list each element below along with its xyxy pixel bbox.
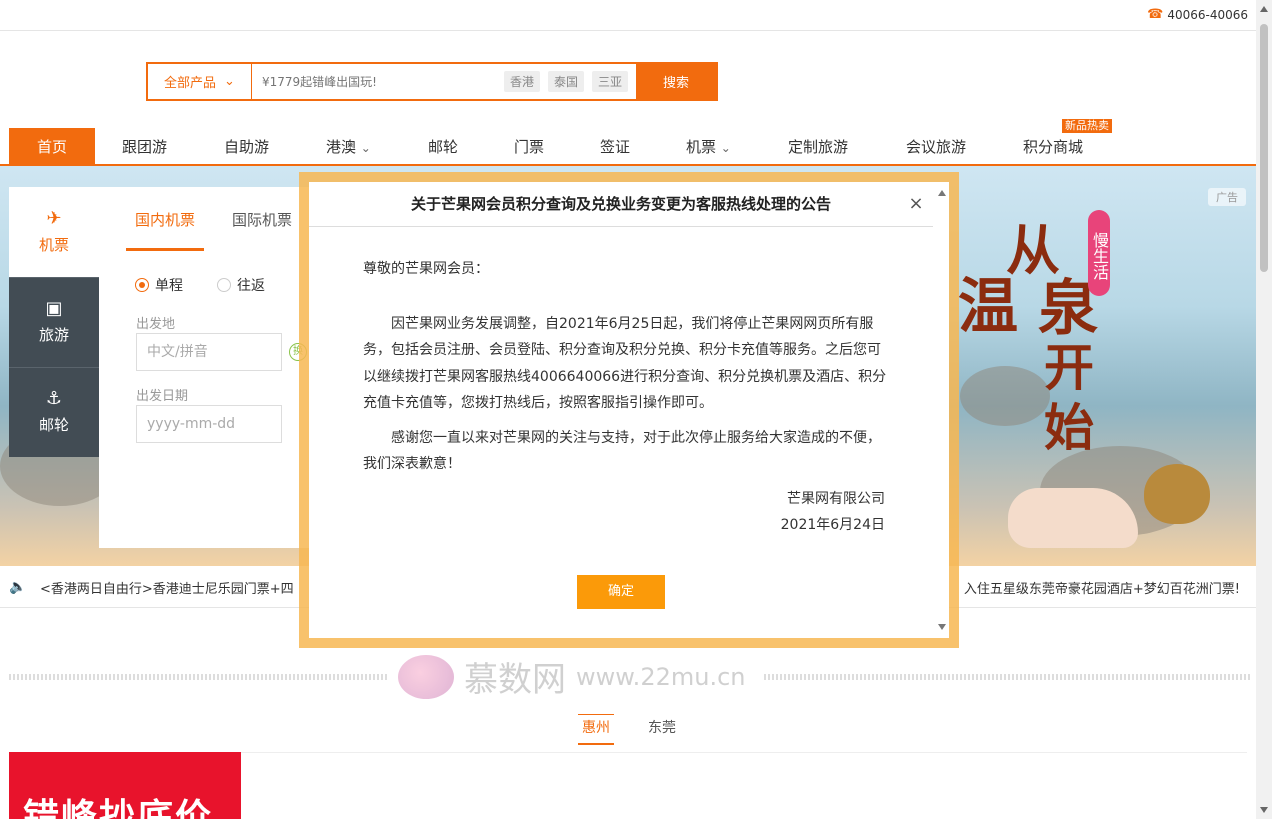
flight-booking-panel: 国内机票 国际机票 单程 往返 出发地 中文/拼音 换 出发日期 yyyy-mm… [99,187,319,548]
new-hot-badge: 新品热卖 [1062,119,1112,133]
hotline: ☎ 40066-40066 [1147,7,1248,22]
chevron-down-icon: ⌄ [224,74,235,89]
modal-paragraph: 因芒果网业务发展调整，自2021年6月25日起，我们将停止芒果网网页所有服务，包… [363,315,887,412]
modal-scrollbar[interactable] [935,182,949,638]
nav-item-hk-macau[interactable]: 港澳 ⌄ [326,128,371,164]
search-button[interactable]: 搜索 [636,64,716,99]
promo-char: 始 [1044,398,1094,457]
nav-label: 机票 [686,138,717,156]
phone-icon: ☎ [1147,7,1164,22]
tab-domestic-flights[interactable]: 国内机票 [126,209,205,251]
watermark-text: 慕数网 [464,660,566,700]
nav-item-conference-tour[interactable]: 会议旅游 [906,128,966,164]
nav-item-points-mall[interactable]: 积分商城 [1023,128,1083,164]
confirm-button[interactable]: 确定 [577,575,665,609]
page-scrollbar[interactable] [1256,0,1272,819]
nav-item-group-tour[interactable]: 跟团游 [122,128,167,164]
tab-huizhou[interactable]: 惠州 [578,714,614,745]
scroll-up-icon[interactable] [938,190,946,196]
radio-dot [217,278,231,292]
radio-label: 往返 [237,278,265,294]
radio-dot [135,278,149,292]
chevron-down-icon: ⌄ [360,141,371,155]
modal-paragraph: 感谢您一直以来对芒果网的关注与支持，对于此次停止服务给大家造成的不便，我们深表歉… [363,429,881,473]
close-icon[interactable]: × [907,195,925,213]
nav-item-custom-tour[interactable]: 定制旅游 [788,128,848,164]
main-nav: 首页 跟团游 自助游 港澳 ⌄ 邮轮 门票 签证 机票 ⌄ 定制旅游 会议旅游 … [0,119,1256,166]
watermark-logo-icon [398,654,454,699]
flight-type-tabs: 国内机票 国际机票 [126,209,292,251]
ticker-text[interactable]: 入住五星级东莞帝豪花园酒店+梦幻百花洲门票! [964,578,1240,597]
trip-type-radios: 单程 往返 [135,275,265,295]
hot-tag[interactable]: 香港 [503,71,540,92]
promo-char: 温 [958,272,1018,342]
search-bar: 全部产品 ⌄ 香港 泰国 三亚 搜索 [146,62,718,101]
hot-spring-promo: 从 温 泉 开 始 慢生活 [948,188,1248,558]
announcement-modal-frame: 关于芒果网会员积分查询及兑换业务变更为客服热线处理的公告 × 尊敬的芒果网会员：… [299,172,959,648]
modal-greeting: 尊敬的芒果网会员： [363,261,489,277]
date-label: 出发日期 [136,389,189,404]
side-tab-flights[interactable]: ✈ 机票 [9,187,99,277]
nav-item-flights[interactable]: 机票 ⌄ [686,128,731,164]
tab-dongguan[interactable]: 东莞 [644,717,680,745]
hotline-number: 40066-40066 [1167,7,1248,22]
search-category-label: 全部产品 [164,76,217,91]
radio-label: 单程 [155,278,183,294]
city-tabs: 惠州 东莞 [578,714,680,745]
side-tab-travel[interactable]: ▣ 旅游 [9,277,99,367]
ticker-text[interactable]: <香港两日自由行>香港迪士尼乐园门票+四 [40,578,294,597]
modal-title: 关于芒果网会员积分查询及兑换业务变更为客服热线处理的公告 [309,182,933,227]
hot-tags: 香港 泰国 三亚 [503,64,636,99]
nav-item-visa[interactable]: 签证 [600,128,630,164]
nav-item-tickets[interactable]: 门票 [514,128,544,164]
from-label: 出发地 [136,317,176,332]
watermark-url: www.22mu.cn [576,662,746,691]
hot-tag[interactable]: 三亚 [591,71,628,92]
speaker-icon: 🔈 [9,579,27,595]
nav-item-self-guided[interactable]: 自助游 [224,128,269,164]
radio-round-trip[interactable]: 往返 [217,275,265,295]
modal-company: 芒果网有限公司 [787,490,885,507]
search-category-select[interactable]: 全部产品 ⌄ [148,64,252,99]
nav-item-cruise[interactable]: 邮轮 [428,128,458,164]
product-side-tabs: ✈ 机票 ▣ 旅游 ⚓ 邮轮 [9,187,99,457]
modal-body: 尊敬的芒果网会员： 因芒果网业务发展调整，自2021年6月25日起，我们将停止芒… [363,256,887,539]
nav-label: 港澳 [326,138,357,156]
chevron-down-icon: ⌄ [720,141,731,155]
scrollbar-thumb[interactable] [1260,24,1268,272]
from-input[interactable]: 中文/拼音 [136,333,282,371]
side-tab-label: 机票 [38,235,69,254]
radio-one-way[interactable]: 单程 [135,275,183,295]
promo-tag: 慢生活 [1088,210,1110,296]
scroll-up-icon[interactable] [1260,6,1268,12]
section-divider [764,674,1250,680]
promo-card[interactable]: 错峰抄底价 [9,752,241,819]
side-tab-label: 邮轮 [38,416,69,434]
scroll-down-icon[interactable] [1260,807,1268,813]
tab-international-flights[interactable]: 国际机票 [232,209,292,251]
section-divider [9,674,389,680]
scroll-down-icon[interactable] [938,624,946,630]
top-bar: ☎ 40066-40066 [0,0,1256,31]
teapot-image [1144,464,1210,524]
side-tab-label: 旅游 [38,326,69,344]
watermark: 慕数网 www.22mu.cn [398,652,745,701]
nav-item-home[interactable]: 首页 [9,128,95,164]
announcement-modal: 关于芒果网会员积分查询及兑换业务变更为客服热线处理的公告 × 尊敬的芒果网会员：… [309,182,949,638]
plane-icon: ✈ [46,207,62,229]
promo-foot-image [1008,488,1138,548]
modal-date: 2021年6月24日 [780,517,885,533]
luggage-icon: ▣ [45,298,63,319]
search-input[interactable] [252,64,504,99]
date-input[interactable]: yyyy-mm-dd [136,405,282,443]
side-tab-cruise[interactable]: ⚓ 邮轮 [9,367,99,457]
hot-tag[interactable]: 泰国 [547,71,584,92]
anchor-icon: ⚓ [45,388,63,409]
promo-card-text: 错峰抄底价 [23,796,214,819]
